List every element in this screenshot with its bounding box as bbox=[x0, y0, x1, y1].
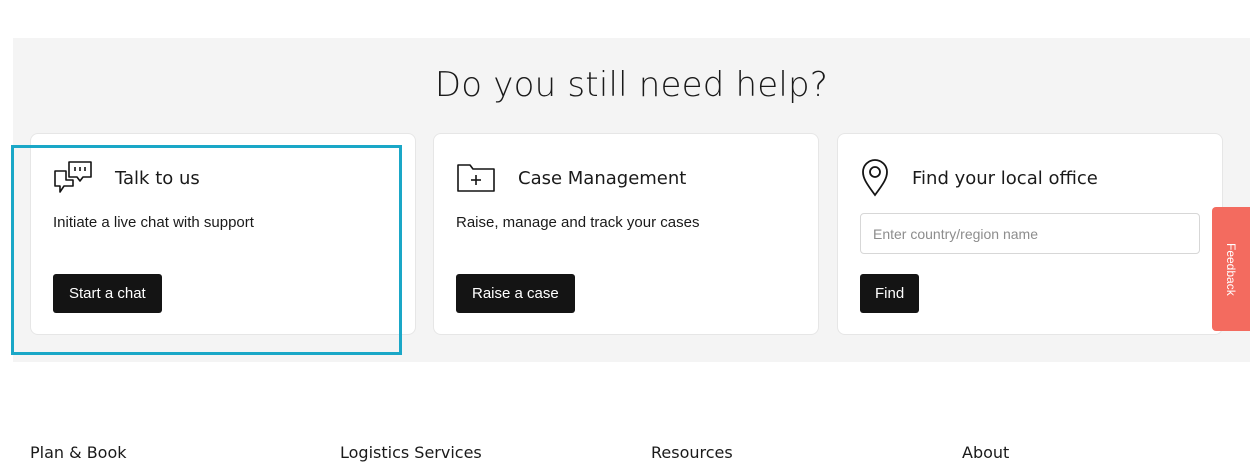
case-management-description: Raise, manage and track your cases bbox=[456, 214, 700, 231]
footer-heading-plan-book: Plan & Book bbox=[30, 443, 127, 462]
find-office-header: Find your local office bbox=[860, 158, 1098, 198]
case-management-header: Case Management bbox=[456, 158, 686, 198]
case-management-card: Case Management Raise, manage and track … bbox=[433, 133, 819, 335]
raise-case-button[interactable]: Raise a case bbox=[456, 274, 575, 313]
location-pin-icon bbox=[860, 158, 902, 198]
footer-heading-resources: Resources bbox=[651, 443, 733, 462]
case-management-title: Case Management bbox=[518, 167, 687, 189]
start-chat-button[interactable]: Start a chat bbox=[53, 274, 162, 313]
find-office-title: Find your local office bbox=[912, 167, 1098, 189]
talk-to-us-header: Talk to us bbox=[53, 158, 200, 198]
feedback-label: Feedback bbox=[1224, 242, 1238, 296]
talk-to-us-title: Talk to us bbox=[115, 167, 200, 189]
footer-heading-logistics-services: Logistics Services bbox=[340, 443, 482, 462]
help-section: Do you still need help? Talk to us Initi… bbox=[13, 38, 1250, 362]
find-button[interactable]: Find bbox=[860, 274, 920, 313]
country-search-input[interactable] bbox=[860, 213, 1200, 254]
find-office-card: Find your local office Find bbox=[837, 133, 1223, 335]
feedback-tab[interactable]: Feedback bbox=[1212, 207, 1250, 331]
chat-bubbles-icon bbox=[53, 158, 95, 198]
talk-to-us-card: Talk to us Initiate a live chat with sup… bbox=[30, 133, 416, 335]
folder-plus-icon bbox=[456, 158, 498, 198]
help-title: Do you still need help? bbox=[434, 65, 829, 105]
talk-to-us-description: Initiate a live chat with support bbox=[53, 214, 254, 231]
footer-heading-about: About bbox=[962, 443, 1010, 462]
